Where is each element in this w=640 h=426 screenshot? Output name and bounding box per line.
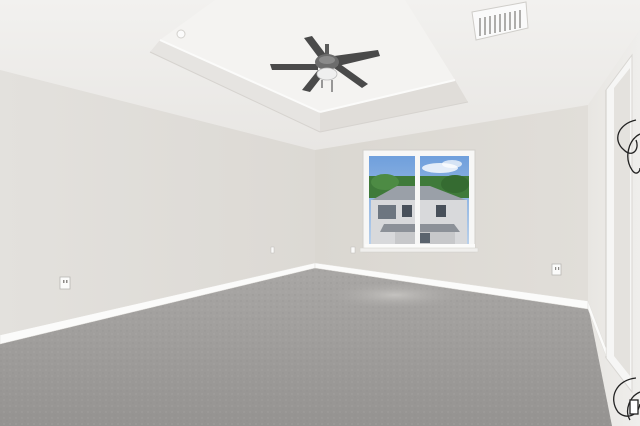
outlet-small bbox=[350, 246, 356, 254]
fan-light-bowl bbox=[316, 67, 338, 81]
fan-blade-5 bbox=[270, 64, 318, 70]
window[interactable] bbox=[359, 149, 479, 253]
outlet-left bbox=[59, 276, 71, 290]
smoke-detector bbox=[176, 29, 186, 39]
room-photo bbox=[0, 0, 640, 426]
outlet-small-left bbox=[270, 246, 275, 254]
doorway bbox=[605, 53, 633, 394]
outlet-back bbox=[551, 263, 562, 276]
